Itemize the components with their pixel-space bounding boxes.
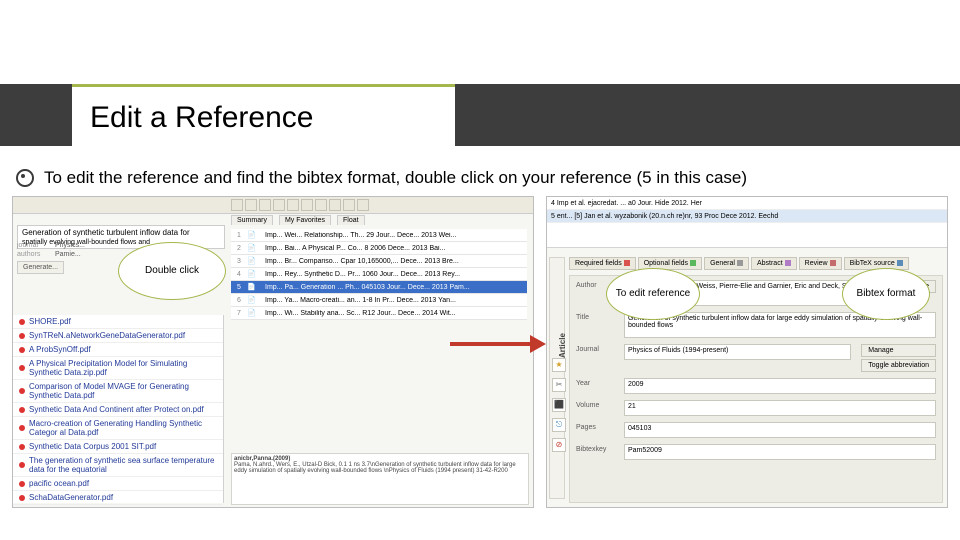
editor-tabs: Required fieldsOptional fieldsGeneralAbs…: [569, 257, 909, 270]
title-box: Edit a Reference: [72, 84, 455, 149]
file-item[interactable]: SHORE.pdf: [13, 315, 223, 329]
field-label: Year: [576, 378, 618, 387]
field-label: Volume: [576, 400, 618, 409]
volume-input[interactable]: 21: [624, 400, 936, 416]
toolbar-icon[interactable]: [287, 199, 299, 211]
toolbar-icon[interactable]: [259, 199, 271, 211]
lp-tabs: Summary My Favorites Float: [231, 215, 365, 225]
file-item[interactable]: The generation of synthetic sea surface …: [13, 454, 223, 477]
cut-icon[interactable]: ✂: [552, 378, 566, 392]
vertical-tab-bar: Article ★ ✂ ⬛ ⎋ ⊘: [549, 257, 565, 499]
toolbar-icon[interactable]: [329, 199, 341, 211]
lp-tab[interactable]: Summary: [231, 215, 273, 225]
field-label: Title: [576, 312, 618, 321]
lp-toolbar-icons: [231, 199, 369, 211]
callout-double-click: Double click: [118, 242, 226, 300]
reference-table: 1📄Imp... Wei... Relationship... Th... 29…: [231, 229, 527, 320]
preview-pane: anicbr,Panna.(2009) Pama, N.ahrd., Wers,…: [231, 453, 529, 505]
toolbar-icon[interactable]: [245, 199, 257, 211]
file-item[interactable]: Synthetic Data Corpus 2001 SIT.pdf: [13, 440, 223, 454]
file-item[interactable]: Comparison of Model MVAGE for Generating…: [13, 380, 223, 403]
table-row[interactable]: 3📄Imp... Br... Compariso... Cpar 10,1650…: [231, 255, 527, 268]
slide-title: Edit a Reference: [90, 101, 313, 135]
lp-tab[interactable]: Float: [337, 215, 365, 225]
file-item[interactable]: A ProbSynOff.pdf: [13, 343, 223, 357]
toolbar-icon[interactable]: [301, 199, 313, 211]
file-item[interactable]: Synthetic Data And Continent after Prote…: [13, 403, 223, 417]
table-row[interactable]: 1📄Imp... Wei... Relationship... Th... 29…: [231, 229, 527, 242]
arrow-icon: [450, 335, 550, 353]
field-label: Bibtexkey: [576, 444, 618, 453]
table-row[interactable]: 5📄Imp... Pa... Generation ... Ph... 0451…: [231, 281, 527, 294]
bibtexkey-input[interactable]: Pam52009: [624, 444, 936, 460]
year-input[interactable]: 2009: [624, 378, 936, 394]
vertical-tab-label: Article: [558, 333, 567, 358]
editor-tab[interactable]: General: [704, 257, 749, 270]
editor-tab[interactable]: Review: [799, 257, 842, 270]
field-label: Journal: [576, 344, 618, 353]
file-item[interactable]: SchaDataGenerator.pdf: [13, 491, 223, 505]
file-item[interactable]: A Physical Precipitation Model for Simul…: [13, 357, 223, 380]
star-icon[interactable]: ★: [552, 358, 566, 372]
file-sidebar: SHORE.pdfSynTReN.aNetworkGeneDataGenerat…: [13, 315, 224, 503]
bullet-text: To edit the reference and find the bibte…: [44, 168, 747, 188]
table-row[interactable]: 4📄Imp... Rey... Synthetic D... Pr... 106…: [231, 268, 527, 281]
editor-tab[interactable]: Abstract: [751, 257, 797, 270]
generate-button[interactable]: Generate...: [17, 261, 64, 274]
toolbar-icon[interactable]: [273, 199, 285, 211]
manage-button[interactable]: Manage: [861, 344, 936, 357]
toolbar-icon[interactable]: [357, 199, 369, 211]
lp-tab[interactable]: My Favorites: [279, 215, 331, 225]
file-item[interactable]: Macro-creation of Generating Handling Sy…: [13, 417, 223, 440]
field-label: Pages: [576, 422, 618, 431]
callout-bibtex: Bibtex format: [842, 268, 930, 320]
rp-top-table: 4 Imp et al. ejacredat. ... a0 Jour. Hid…: [547, 197, 947, 248]
bullet-row: To edit the reference and find the bibte…: [16, 168, 747, 188]
toolbar-icon[interactable]: [231, 199, 243, 211]
pages-input[interactable]: 045103: [624, 422, 936, 438]
file-item[interactable]: pacific ocean.pdf: [13, 477, 223, 491]
bullet-icon: [16, 169, 34, 187]
toolbar-icon[interactable]: [343, 199, 355, 211]
table-row[interactable]: 7📄Imp... Wi... Stability ana... Sc... R1…: [231, 307, 527, 320]
pdf-icon[interactable]: ⬛: [552, 398, 566, 412]
screenshot-right: 4 Imp et al. ejacredat. ... a0 Jour. Hid…: [546, 196, 948, 508]
link-icon[interactable]: ⎋: [552, 418, 566, 432]
table-row[interactable]: 2📄Imp... Bai... A Physical P... Co... 8 …: [231, 242, 527, 255]
file-item[interactable]: SynTReN.aNetworkGeneDataGenerator.pdf: [13, 329, 223, 343]
table-row[interactable]: 5 ent... [5] Jan et al. wyzabonik (20.n.…: [547, 210, 947, 223]
toolbar-icon[interactable]: [315, 199, 327, 211]
table-row[interactable]: 6📄Imp... Ya... Macro-creati... an... 1-8…: [231, 294, 527, 307]
table-row[interactable]: 4 Imp et al. ejacredat. ... a0 Jour. Hid…: [547, 197, 947, 210]
journal-input[interactable]: Physics of Fluids (1994-present): [624, 344, 851, 360]
callout-to-edit: To edit reference: [606, 268, 700, 320]
close-icon[interactable]: ⊘: [552, 438, 566, 452]
toggle-abbrev-button[interactable]: Toggle abbreviation: [861, 359, 936, 372]
editor-tab[interactable]: Required fields: [569, 257, 636, 270]
